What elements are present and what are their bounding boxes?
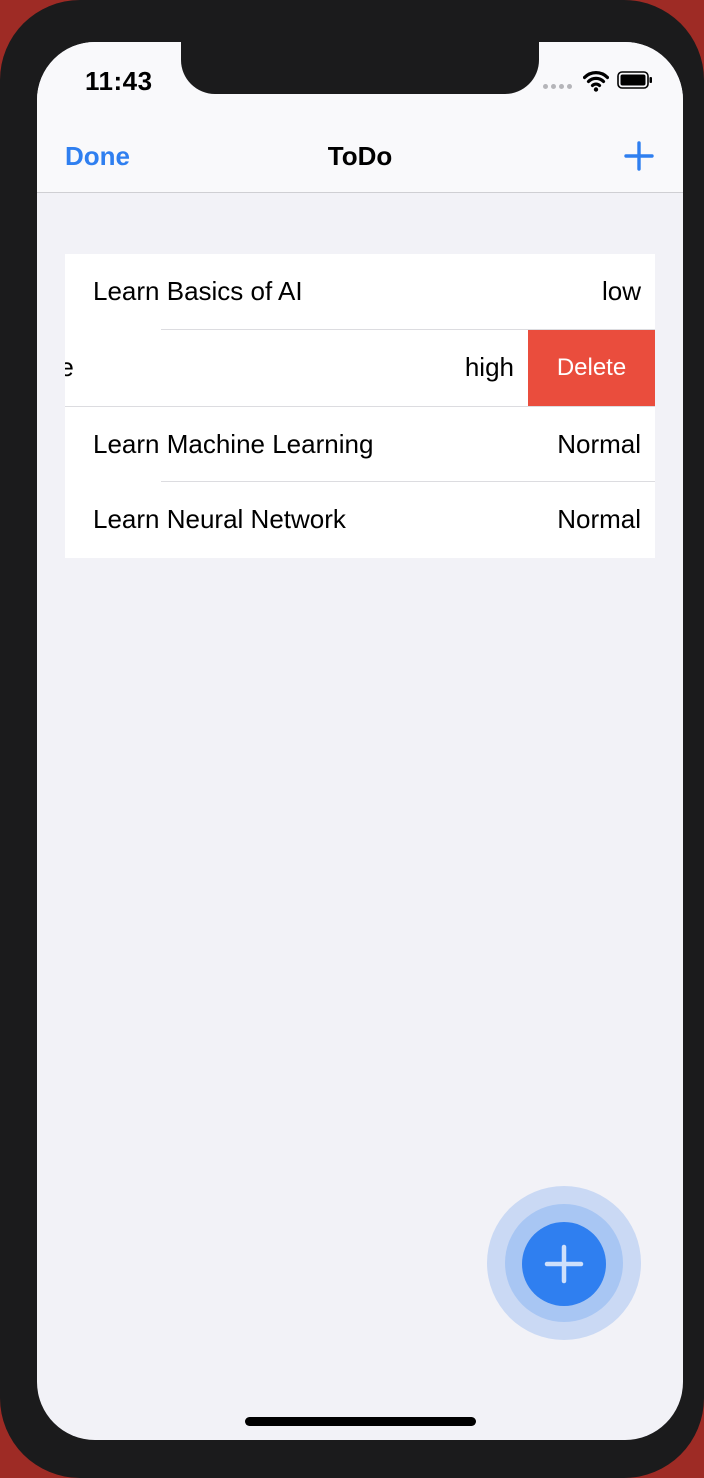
- floating-add-button[interactable]: [522, 1222, 606, 1306]
- status-bar: 11:43: [37, 42, 683, 134]
- status-time: 11:43: [85, 66, 153, 96]
- todo-priority: Normal: [557, 504, 641, 534]
- todo-title: Learn Machine Learning: [93, 429, 374, 459]
- todo-row[interactable]: Learn Neural Network Normal: [65, 482, 655, 558]
- todo-title: Learn Neural Network: [93, 504, 346, 534]
- todo-list: Learn Basics of AI low ata Science high …: [65, 254, 655, 558]
- device-notch: [181, 42, 539, 94]
- navigation-bar: Done ToDo: [37, 134, 683, 193]
- page-title: ToDo: [327, 141, 393, 171]
- app-screen: 11:43 Done ToDo Learn Basics of AI low e…: [37, 42, 683, 1440]
- todo-title: Learn Basics of AI: [93, 276, 303, 306]
- home-indicator[interactable]: [245, 1417, 476, 1426]
- battery-icon: [617, 71, 652, 89]
- todo-row-content: Learn Machine Learning Normal: [65, 407, 655, 482]
- wifi-icon: [583, 71, 609, 92]
- todo-row-content: ata Science high: [65, 330, 528, 406]
- delete-button[interactable]: Delete: [528, 330, 655, 406]
- plus-icon: [544, 1244, 584, 1284]
- add-button[interactable]: [621, 138, 657, 174]
- todo-title: ata Science: [65, 352, 74, 382]
- cellular-signal-icon: [543, 84, 572, 89]
- todo-priority: high: [464, 352, 514, 382]
- plus-icon: [624, 141, 654, 171]
- todo-row-swiped[interactable]: ata Science high Delete: [65, 330, 655, 406]
- todo-row[interactable]: Learn Machine Learning Normal: [65, 406, 655, 482]
- todo-priority: low: [601, 276, 641, 306]
- todo-priority: Normal: [557, 429, 641, 459]
- todo-row-content: Learn Neural Network Normal: [65, 482, 655, 558]
- todo-row[interactable]: Learn Basics of AI low: [65, 254, 655, 330]
- todo-row-content: Learn Basics of AI low: [65, 254, 655, 330]
